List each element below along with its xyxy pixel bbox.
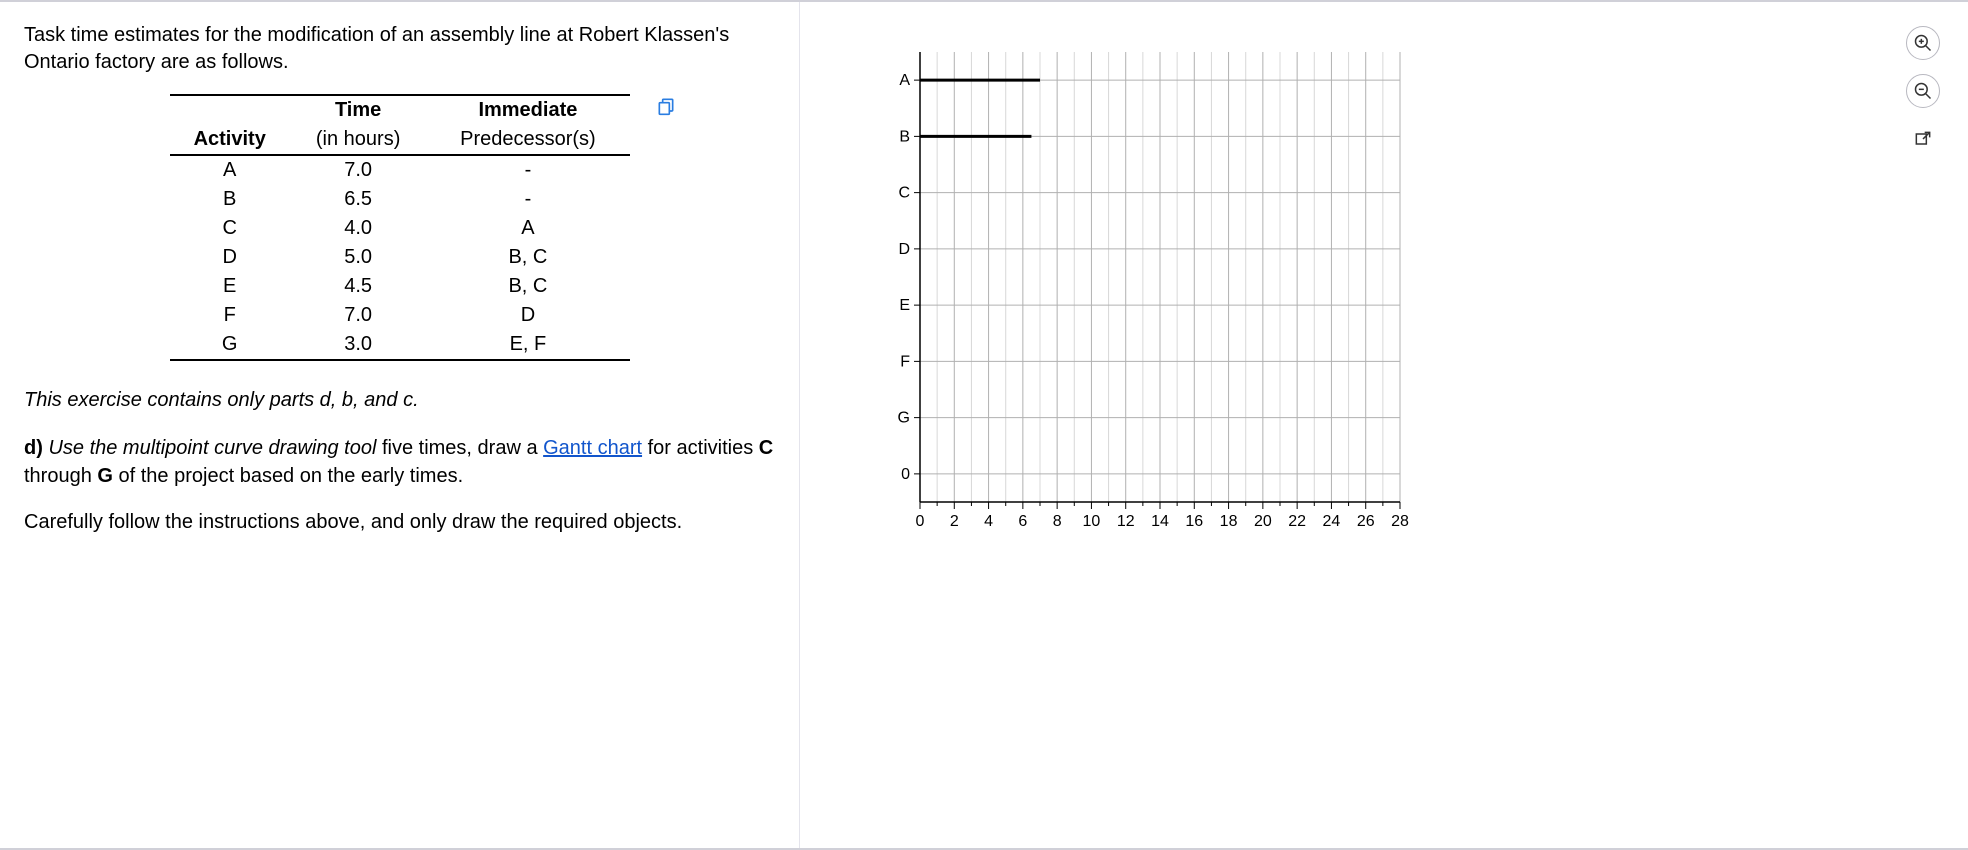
gantt-chart-link[interactable]: Gantt chart [543,437,642,459]
cell-pred: E, F [426,330,629,360]
zoom-out-button[interactable] [1906,74,1940,108]
col-header-activity: Activity [170,95,290,155]
cell-activity: B [170,185,290,214]
popout-button[interactable] [1906,122,1940,156]
table-row: E4.5B, C [170,272,630,301]
cell-time: 7.0 [290,155,426,185]
follow-instructions: Carefully follow the instructions above,… [24,508,775,536]
question-text-pane: Task time estimates for the modification… [0,2,800,848]
cell-pred: D [426,301,629,330]
svg-text:12: 12 [1117,513,1135,530]
col-header-pred-1: Immediate [426,95,629,125]
svg-text:6: 6 [1018,513,1027,530]
part-mid: five times, draw a [376,437,543,459]
part-tail2: of the project based on the early times. [113,465,463,487]
copy-table-icon[interactable] [656,96,676,116]
cell-time: 4.0 [290,214,426,243]
cell-time: 7.0 [290,301,426,330]
col-header-time-1: Time [290,95,426,125]
svg-text:16: 16 [1185,513,1203,530]
svg-text:E: E [899,297,910,314]
gantt-chart-svg: ABCDEFG00246810121416182022242628 [890,52,1410,552]
table-row: C4.0A [170,214,630,243]
cell-pred: B, C [426,272,629,301]
svg-text:18: 18 [1220,513,1238,530]
svg-text:B: B [899,128,910,145]
table-row: A7.0- [170,155,630,185]
cell-activity: E [170,272,290,301]
part-through: through [24,465,97,487]
svg-text:F: F [900,353,910,370]
col-header-time-2: (in hours) [290,125,426,155]
svg-text:10: 10 [1083,513,1101,530]
part-bold-g: G [97,465,113,487]
svg-text:8: 8 [1053,513,1062,530]
svg-text:20: 20 [1254,513,1272,530]
part-lead: Use the multipoint curve drawing tool [48,437,376,459]
popout-icon [1913,129,1933,149]
svg-text:14: 14 [1151,513,1169,530]
cell-time: 3.0 [290,330,426,360]
cell-time: 4.5 [290,272,426,301]
cell-activity: F [170,301,290,330]
chart-pane: ABCDEFG00246810121416182022242628 [800,2,1968,848]
gantt-chart-canvas[interactable]: ABCDEFG00246810121416182022242628 [890,52,1410,552]
cell-pred: - [426,185,629,214]
svg-text:0: 0 [916,513,925,530]
cell-activity: A [170,155,290,185]
svg-text:26: 26 [1357,513,1375,530]
data-table-wrap: Activity Time Immediate (in hours) Prede… [150,94,650,361]
cell-pred: A [426,214,629,243]
table-row: F7.0D [170,301,630,330]
cell-pred: B, C [426,243,629,272]
svg-text:28: 28 [1391,513,1409,530]
table-row: B6.5- [170,185,630,214]
table-body: A7.0- B6.5- C4.0A D5.0B, C E4.5B, C F7.0… [170,155,630,360]
table-row: G3.0E, F [170,330,630,360]
part-label: d) [24,437,43,459]
table-row: D5.0B, C [170,243,630,272]
svg-text:D: D [898,241,910,258]
intro-text: Task time estimates for the modification… [24,22,775,76]
svg-text:22: 22 [1288,513,1306,530]
activity-table: Activity Time Immediate (in hours) Prede… [170,94,630,361]
chart-toolbar [1906,26,1940,156]
svg-text:24: 24 [1323,513,1341,530]
exercise-note: This exercise contains only parts d, b, … [24,389,775,412]
zoom-out-icon [1913,81,1933,101]
cell-pred: - [426,155,629,185]
cell-activity: G [170,330,290,360]
svg-text:G: G [898,410,910,427]
cell-time: 5.0 [290,243,426,272]
cell-activity: C [170,214,290,243]
zoom-in-icon [1913,33,1933,53]
cell-activity: D [170,243,290,272]
svg-text:4: 4 [984,513,993,530]
part-d-text: d) Use the multipoint curve drawing tool… [24,434,775,490]
col-header-pred-2: Predecessor(s) [426,125,629,155]
zoom-in-button[interactable] [1906,26,1940,60]
part-tail: for activities [642,437,759,459]
svg-text:A: A [899,72,910,89]
svg-text:C: C [898,185,910,202]
part-bold-c: C [759,437,773,459]
cell-time: 6.5 [290,185,426,214]
svg-text:2: 2 [950,513,959,530]
svg-text:0: 0 [901,466,910,483]
